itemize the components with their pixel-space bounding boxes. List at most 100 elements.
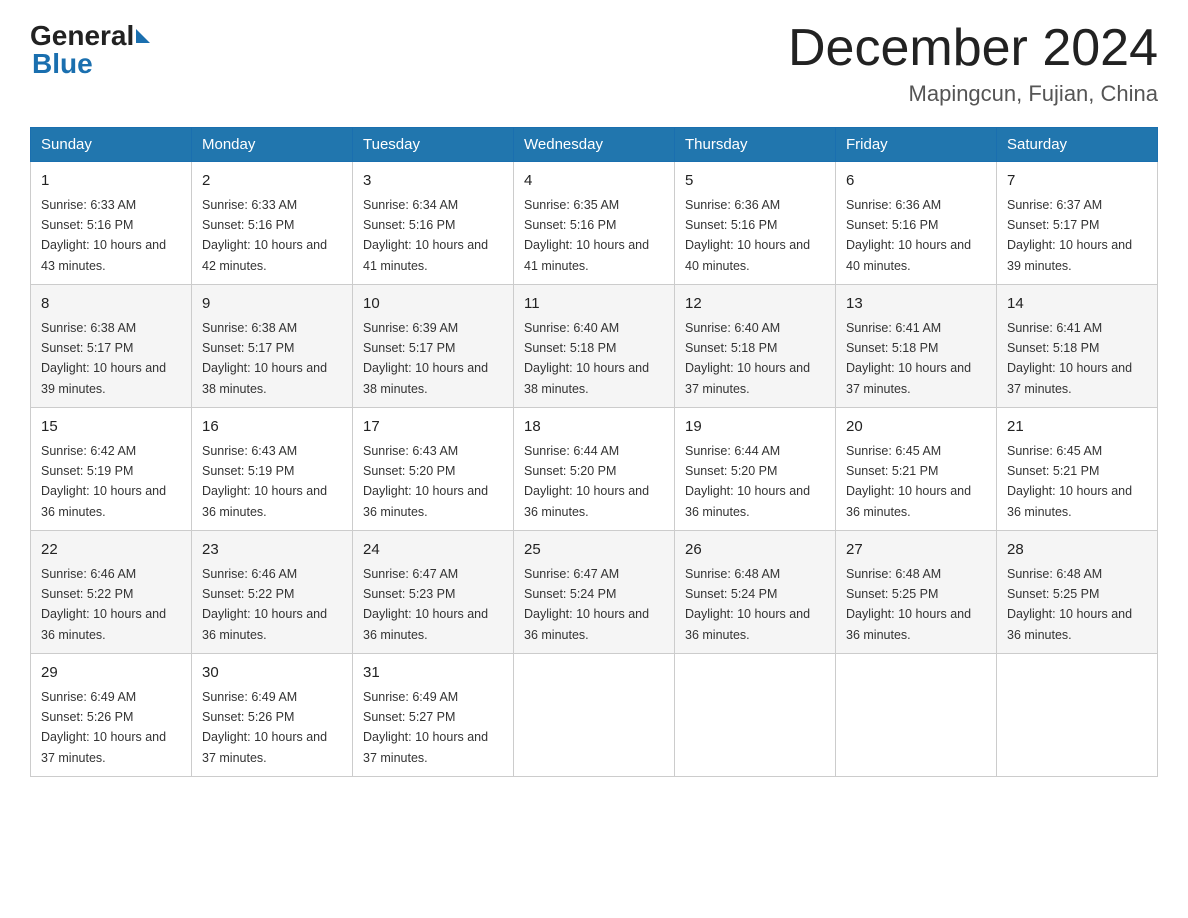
calendar-cell: 16Sunrise: 6:43 AMSunset: 5:19 PMDayligh… — [192, 408, 353, 531]
day-number: 7 — [1007, 170, 1147, 193]
day-info: Sunrise: 6:49 AMSunset: 5:26 PMDaylight:… — [41, 690, 166, 765]
calendar-cell: 22 Sunrise: 6:46 AMSunset: 5:22 PMDayligh… — [31, 531, 192, 654]
day-info: Sunrise: 6:38 AMSunset: 5:17 PMDaylight:… — [202, 321, 327, 396]
day-info: Sunrise: 6:45 AMSunset: 5:21 PMDaylight:… — [846, 444, 971, 519]
day-info: Sunrise: 6:41 AMSunset: 5:18 PMDaylight:… — [846, 321, 971, 396]
col-header-wednesday: Wednesday — [514, 128, 675, 162]
day-number: 8 — [41, 293, 181, 316]
calendar-week-row: 29 Sunrise: 6:49 AMSunset: 5:26 PMDayligh… — [31, 654, 1158, 777]
page-header: General Blue December 2024 Mapingcun, Fu… — [30, 20, 1158, 107]
day-number: 12 — [685, 293, 825, 316]
calendar-cell: 14 Sunrise: 6:41 AMSunset: 5:18 PMDayligh… — [997, 285, 1158, 408]
calendar-cell: 20 Sunrise: 6:45 AMSunset: 5:21 PMDayligh… — [836, 408, 997, 531]
day-number: 31 — [363, 662, 503, 685]
day-info: Sunrise: 6:40 AMSunset: 5:18 PMDaylight:… — [524, 321, 649, 396]
day-number: 28 — [1007, 539, 1147, 562]
calendar-cell — [836, 654, 997, 777]
calendar-cell: 30Sunrise: 6:49 AMSunset: 5:26 PMDayligh… — [192, 654, 353, 777]
day-number: 9 — [202, 293, 342, 316]
day-info: Sunrise: 6:48 AMSunset: 5:24 PMDaylight:… — [685, 567, 810, 642]
logo-blue-text: Blue — [30, 48, 93, 80]
calendar-cell: 28Sunrise: 6:48 AMSunset: 5:25 PMDayligh… — [997, 531, 1158, 654]
calendar-cell: 6Sunrise: 6:36 AMSunset: 5:16 PMDaylight… — [836, 162, 997, 285]
calendar-cell: 23 Sunrise: 6:46 AMSunset: 5:22 PMDayligh… — [192, 531, 353, 654]
day-number: 13 — [846, 293, 986, 316]
calendar-cell: 24 Sunrise: 6:47 AMSunset: 5:23 PMDayligh… — [353, 531, 514, 654]
calendar-cell: 17 Sunrise: 6:43 AMSunset: 5:20 PMDayligh… — [353, 408, 514, 531]
day-info: Sunrise: 6:37 AMSunset: 5:17 PMDaylight:… — [1007, 198, 1132, 273]
day-number: 29 — [41, 662, 181, 685]
day-number: 19 — [685, 416, 825, 439]
calendar-cell: 27Sunrise: 6:48 AMSunset: 5:25 PMDayligh… — [836, 531, 997, 654]
calendar-cell: 15 Sunrise: 6:42 AMSunset: 5:19 PMDayligh… — [31, 408, 192, 531]
day-info: Sunrise: 6:39 AMSunset: 5:17 PMDaylight:… — [363, 321, 488, 396]
day-number: 2 — [202, 170, 342, 193]
col-header-tuesday: Tuesday — [353, 128, 514, 162]
calendar-week-row: 8 Sunrise: 6:38 AMSunset: 5:17 PMDaylight… — [31, 285, 1158, 408]
calendar-cell: 13 Sunrise: 6:41 AMSunset: 5:18 PMDayligh… — [836, 285, 997, 408]
day-number: 15 — [41, 416, 181, 439]
day-number: 5 — [685, 170, 825, 193]
day-number: 30 — [202, 662, 342, 685]
day-info: Sunrise: 6:34 AMSunset: 5:16 PMDaylight:… — [363, 198, 488, 273]
day-info: Sunrise: 6:40 AMSunset: 5:18 PMDaylight:… — [685, 321, 810, 396]
col-header-monday: Monday — [192, 128, 353, 162]
day-info: Sunrise: 6:47 AMSunset: 5:23 PMDaylight:… — [363, 567, 488, 642]
calendar-cell: 12 Sunrise: 6:40 AMSunset: 5:18 PMDayligh… — [675, 285, 836, 408]
day-number: 25 — [524, 539, 664, 562]
day-info: Sunrise: 6:36 AMSunset: 5:16 PMDaylight:… — [685, 198, 810, 273]
calendar-cell: 3Sunrise: 6:34 AMSunset: 5:16 PMDaylight… — [353, 162, 514, 285]
location-title: Mapingcun, Fujian, China — [788, 81, 1158, 107]
calendar-header-row: SundayMondayTuesdayWednesdayThursdayFrid… — [31, 128, 1158, 162]
calendar-cell: 11 Sunrise: 6:40 AMSunset: 5:18 PMDayligh… — [514, 285, 675, 408]
day-info: Sunrise: 6:33 AMSunset: 5:16 PMDaylight:… — [202, 198, 327, 273]
day-info: Sunrise: 6:43 AMSunset: 5:20 PMDaylight:… — [363, 444, 488, 519]
calendar-week-row: 15 Sunrise: 6:42 AMSunset: 5:19 PMDayligh… — [31, 408, 1158, 531]
day-info: Sunrise: 6:35 AMSunset: 5:16 PMDaylight:… — [524, 198, 649, 273]
calendar-week-row: 1Sunrise: 6:33 AMSunset: 5:16 PMDaylight… — [31, 162, 1158, 285]
day-number: 11 — [524, 293, 664, 316]
col-header-saturday: Saturday — [997, 128, 1158, 162]
calendar-cell — [997, 654, 1158, 777]
day-info: Sunrise: 6:47 AMSunset: 5:24 PMDaylight:… — [524, 567, 649, 642]
day-info: Sunrise: 6:38 AMSunset: 5:17 PMDaylight:… — [41, 321, 166, 396]
calendar-cell: 19 Sunrise: 6:44 AMSunset: 5:20 PMDayligh… — [675, 408, 836, 531]
day-info: Sunrise: 6:44 AMSunset: 5:20 PMDaylight:… — [685, 444, 810, 519]
col-header-thursday: Thursday — [675, 128, 836, 162]
calendar-table: SundayMondayTuesdayWednesdayThursdayFrid… — [30, 127, 1158, 777]
day-number: 10 — [363, 293, 503, 316]
day-number: 18 — [524, 416, 664, 439]
day-info: Sunrise: 6:42 AMSunset: 5:19 PMDaylight:… — [41, 444, 166, 519]
day-number: 17 — [363, 416, 503, 439]
day-number: 20 — [846, 416, 986, 439]
day-info: Sunrise: 6:46 AMSunset: 5:22 PMDaylight:… — [41, 567, 166, 642]
calendar-cell: 18 Sunrise: 6:44 AMSunset: 5:20 PMDayligh… — [514, 408, 675, 531]
calendar-week-row: 22 Sunrise: 6:46 AMSunset: 5:22 PMDayligh… — [31, 531, 1158, 654]
calendar-cell: 2 Sunrise: 6:33 AMSunset: 5:16 PMDaylight… — [192, 162, 353, 285]
month-title: December 2024 — [788, 20, 1158, 77]
col-header-friday: Friday — [836, 128, 997, 162]
day-number: 14 — [1007, 293, 1147, 316]
calendar-cell: 1Sunrise: 6:33 AMSunset: 5:16 PMDaylight… — [31, 162, 192, 285]
day-number: 4 — [524, 170, 664, 193]
day-number: 23 — [202, 539, 342, 562]
day-number: 27 — [846, 539, 986, 562]
day-number: 21 — [1007, 416, 1147, 439]
day-number: 24 — [363, 539, 503, 562]
day-info: Sunrise: 6:36 AMSunset: 5:16 PMDaylight:… — [846, 198, 971, 273]
day-info: Sunrise: 6:44 AMSunset: 5:20 PMDaylight:… — [524, 444, 649, 519]
day-info: Sunrise: 6:46 AMSunset: 5:22 PMDaylight:… — [202, 567, 327, 642]
logo: General Blue — [30, 20, 150, 80]
day-number: 16 — [202, 416, 342, 439]
calendar-cell: 9 Sunrise: 6:38 AMSunset: 5:17 PMDaylight… — [192, 285, 353, 408]
day-info: Sunrise: 6:45 AMSunset: 5:21 PMDaylight:… — [1007, 444, 1132, 519]
calendar-cell: 26 Sunrise: 6:48 AMSunset: 5:24 PMDayligh… — [675, 531, 836, 654]
calendar-cell: 10 Sunrise: 6:39 AMSunset: 5:17 PMDayligh… — [353, 285, 514, 408]
day-number: 22 — [41, 539, 181, 562]
calendar-cell — [514, 654, 675, 777]
calendar-cell — [675, 654, 836, 777]
day-info: Sunrise: 6:41 AMSunset: 5:18 PMDaylight:… — [1007, 321, 1132, 396]
col-header-sunday: Sunday — [31, 128, 192, 162]
title-block: December 2024 Mapingcun, Fujian, China — [788, 20, 1158, 107]
day-number: 26 — [685, 539, 825, 562]
